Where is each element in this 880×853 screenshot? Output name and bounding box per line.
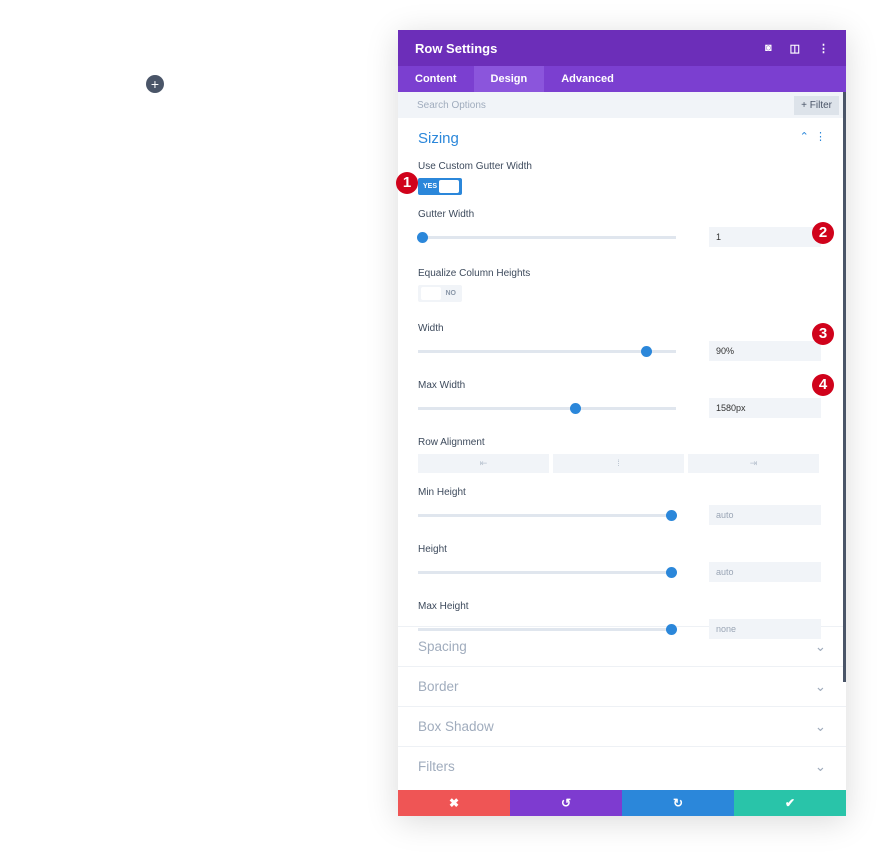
- gutter-width-input[interactable]: 1: [709, 227, 821, 247]
- chevron-down-icon: ⌄: [814, 758, 826, 774]
- equalize-toggle[interactable]: NO: [418, 285, 462, 302]
- chevron-down-icon: ⌄: [814, 718, 826, 734]
- section-title: Filters: [418, 759, 455, 774]
- more-icon[interactable]: ⋮: [815, 131, 826, 143]
- height-input[interactable]: auto: [709, 562, 821, 582]
- height-label: Height: [418, 544, 447, 555]
- align-center-button[interactable]: ⁞: [553, 454, 684, 473]
- chevron-down-icon: ⌄: [814, 678, 826, 694]
- section-box-shadow[interactable]: Box Shadow ⌄: [398, 706, 846, 746]
- panel-title: Row Settings: [415, 40, 498, 56]
- annotation-badge: 3: [812, 323, 834, 345]
- tab-design[interactable]: Design: [473, 66, 545, 92]
- custom-gutter-toggle[interactable]: YES: [418, 178, 462, 195]
- max-height-input[interactable]: none: [709, 619, 821, 639]
- focus-icon[interactable]: ◙: [765, 42, 772, 54]
- scrollbar[interactable]: [843, 92, 846, 682]
- max-width-label: Max Width: [418, 380, 466, 391]
- row-settings-panel: Row Settings ◙ ◫ ⋮ Content Design Advanc…: [396, 30, 846, 816]
- height-slider[interactable]: [418, 566, 677, 578]
- row-alignment-label: Row Alignment: [418, 437, 485, 448]
- section-title: Spacing: [418, 639, 467, 654]
- custom-gutter-label: Use Custom Gutter Width: [418, 161, 532, 172]
- tab-advanced[interactable]: Advanced: [544, 66, 631, 92]
- section-title: Box Shadow: [418, 719, 494, 734]
- chevron-down-icon: ⌄: [814, 638, 826, 654]
- width-label: Width: [418, 323, 444, 334]
- cancel-button[interactable]: ✖: [398, 790, 510, 816]
- min-height-label: Min Height: [418, 487, 466, 498]
- width-slider[interactable]: [418, 345, 676, 357]
- section-border[interactable]: Border ⌄: [398, 666, 846, 706]
- toggle-text: YES: [423, 183, 438, 190]
- max-width-slider[interactable]: [418, 402, 676, 414]
- annotation-badge: 1: [396, 172, 418, 194]
- max-height-label: Max Height: [418, 601, 469, 612]
- annotation-badge: 4: [812, 374, 834, 396]
- min-height-input[interactable]: auto: [709, 505, 821, 525]
- add-row-button[interactable]: +: [146, 75, 164, 93]
- gutter-width-slider[interactable]: [416, 231, 676, 243]
- width-input[interactable]: 90%: [709, 341, 821, 361]
- redo-button[interactable]: ↻: [622, 790, 734, 816]
- min-height-slider[interactable]: [418, 509, 677, 521]
- gutter-width-label: Gutter Width: [418, 209, 475, 220]
- more-icon[interactable]: ⋮: [818, 42, 829, 55]
- tab-content[interactable]: Content: [398, 66, 474, 92]
- annotation-badge: 2: [812, 222, 834, 244]
- align-left-button[interactable]: ⇤: [418, 454, 549, 473]
- chevron-up-icon[interactable]: ⌃: [800, 131, 809, 143]
- filter-button[interactable]: + Filter: [794, 95, 839, 115]
- search-input[interactable]: Search Options: [417, 100, 794, 111]
- section-filters[interactable]: Filters ⌄: [398, 746, 846, 786]
- max-height-slider[interactable]: [418, 623, 677, 635]
- section-sizing-title[interactable]: Sizing: [418, 130, 459, 147]
- max-width-input[interactable]: 1580px: [709, 398, 821, 418]
- equalize-label: Equalize Column Heights: [418, 268, 531, 279]
- undo-button[interactable]: ↺: [510, 790, 622, 816]
- align-right-button[interactable]: ⇥: [688, 454, 819, 473]
- toggle-text: NO: [445, 290, 457, 297]
- panel-header: Row Settings ◙ ◫ ⋮: [398, 30, 846, 66]
- split-view-icon[interactable]: ◫: [790, 42, 800, 55]
- section-title: Border: [418, 679, 459, 694]
- save-button[interactable]: ✔: [734, 790, 846, 816]
